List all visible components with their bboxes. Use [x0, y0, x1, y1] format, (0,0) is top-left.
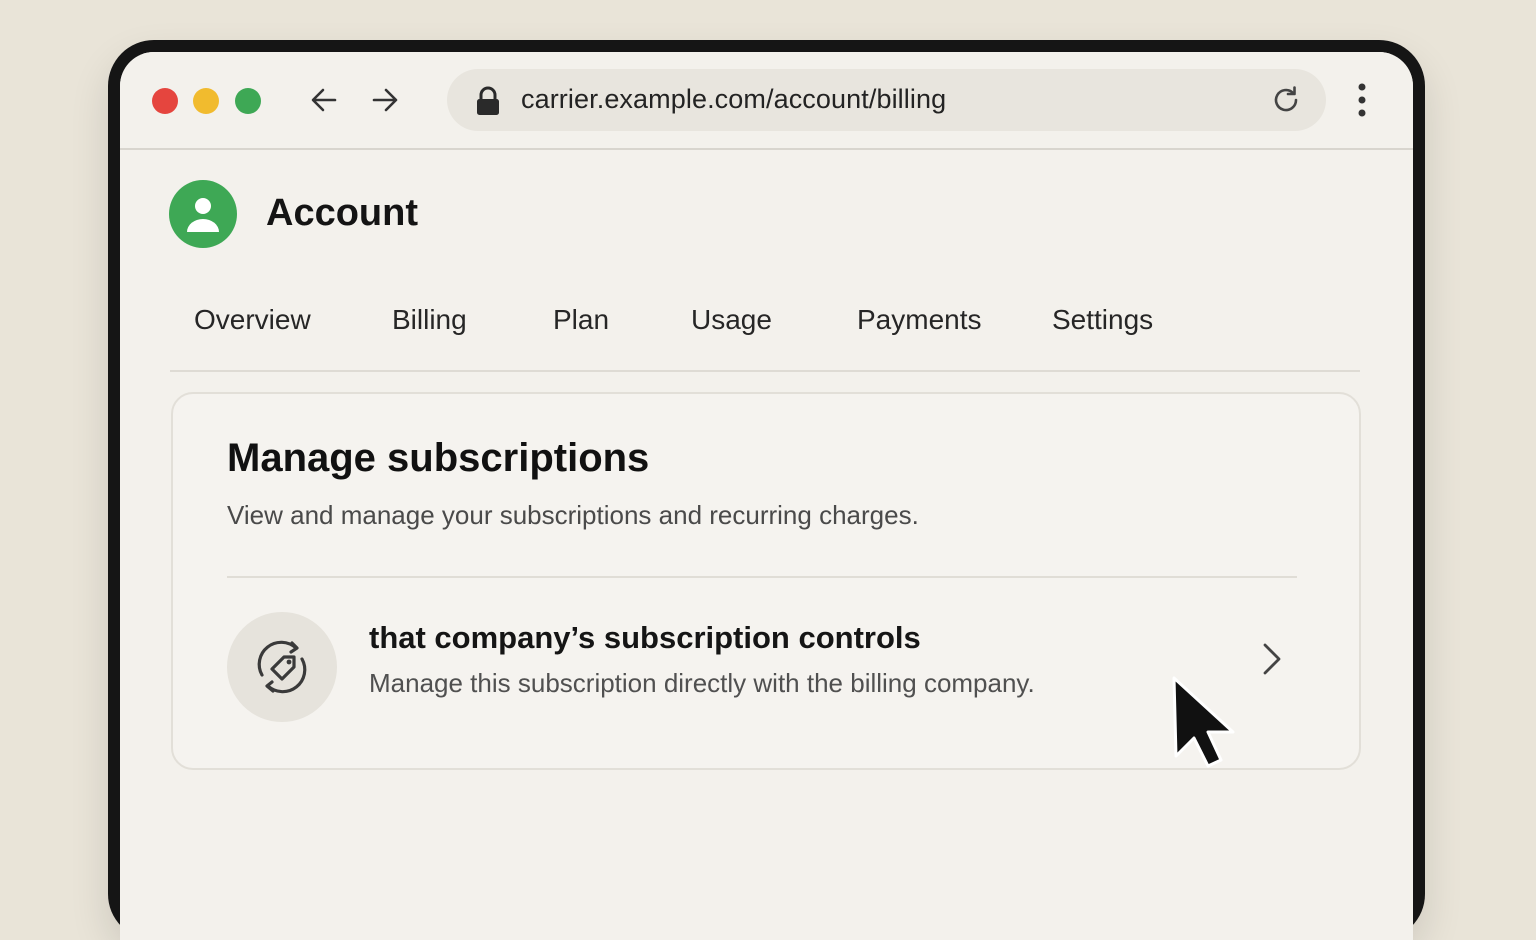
lock-icon	[477, 86, 499, 115]
chevron-right-icon[interactable]	[1261, 642, 1283, 676]
avatar[interactable]	[169, 180, 237, 248]
row-title: that company’s subscription controls	[369, 620, 921, 655]
account-tabs: Overview Billing Plan Usage Payments Set…	[170, 290, 1360, 372]
subscription-icon-badge	[227, 612, 337, 722]
tab-billing[interactable]: Billing	[392, 304, 467, 336]
card-title: Manage subscriptions	[227, 436, 650, 480]
address-bar[interactable]: carrier.example.com/account/billing	[447, 69, 1326, 131]
page-content: Account Overview Billing Plan Usage Paym…	[120, 150, 1413, 940]
tab-payments[interactable]: Payments	[857, 304, 982, 336]
browser-window: carrier.example.com/account/billing Acco	[120, 52, 1413, 940]
minimize-window-button[interactable]	[193, 88, 219, 114]
arrow-right-icon	[372, 88, 398, 112]
tab-settings[interactable]: Settings	[1052, 304, 1153, 336]
divider	[227, 576, 1297, 578]
address-bar-url[interactable]: carrier.example.com/account/billing	[521, 84, 946, 115]
back-button[interactable]	[307, 83, 341, 117]
reload-icon[interactable]	[1270, 84, 1302, 116]
tab-plan[interactable]: Plan	[553, 304, 609, 336]
browser-toolbar: carrier.example.com/account/billing	[120, 52, 1413, 150]
card-subtitle: View and manage your subscriptions and r…	[227, 500, 919, 530]
more-options-icon[interactable]	[1356, 82, 1368, 118]
maximize-window-button[interactable]	[235, 88, 261, 114]
device-frame: carrier.example.com/account/billing Acco	[108, 40, 1425, 940]
user-icon	[187, 198, 219, 232]
tab-overview[interactable]: Overview	[194, 304, 311, 336]
subscription-sync-icon	[257, 640, 307, 694]
subscription-controls-row[interactable]: that company’s subscription controls Man…	[203, 604, 1313, 734]
forward-button[interactable]	[368, 83, 402, 117]
tab-usage[interactable]: Usage	[691, 304, 772, 336]
mouse-cursor-icon	[1172, 676, 1235, 768]
page-title: Account	[266, 192, 418, 234]
row-description: Manage this subscription directly with t…	[369, 668, 1035, 698]
close-window-button[interactable]	[152, 88, 178, 114]
arrow-left-icon	[311, 88, 337, 112]
